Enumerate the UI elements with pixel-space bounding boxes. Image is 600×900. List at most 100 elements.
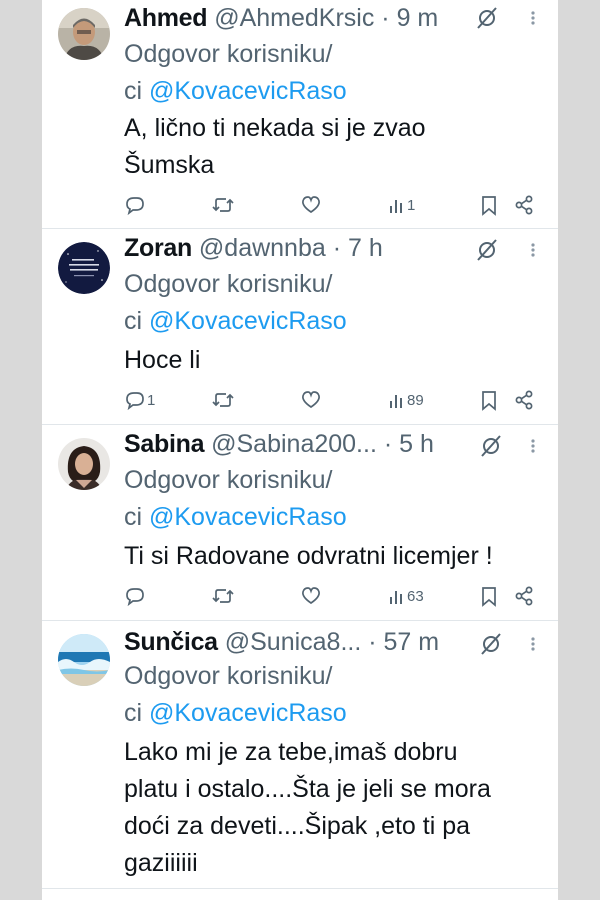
bookmark-button[interactable] [478, 387, 500, 413]
share-button[interactable] [513, 387, 535, 413]
reply-tweet[interactable]: Sabina @Sabina200... · 5 h Odgovor koris… [42, 424, 558, 621]
retweet-button[interactable] [211, 583, 236, 609]
replying-to-prefix: ci [124, 77, 149, 105]
replying-to-label: Odgovor korisniku/ [124, 270, 333, 298]
tweet-header: Zoran @dawnnba · 7 h [124, 230, 383, 266]
mention-link[interactable]: @KovacevicRaso [149, 77, 347, 105]
tweet-header: Sabina @Sabina200... · 5 h [124, 426, 434, 462]
tweet-text-line: Hoce li [124, 346, 201, 374]
retweet-button[interactable] [211, 387, 236, 413]
retweet-icon [212, 393, 234, 407]
tweet-text: A, lično ti nekada si je zvao Šumska [124, 110, 554, 184]
reply-button[interactable]: 1 [124, 387, 155, 413]
share-button[interactable] [513, 583, 535, 609]
user-handle[interactable]: @Sunica8... [225, 628, 362, 656]
replying-to-prefix: ci [124, 699, 149, 727]
tweet-text-line: Lako mi je za tebe,imaš dobru [124, 738, 458, 766]
reply-icon [126, 588, 144, 607]
separator-dot: · [332, 234, 342, 262]
timestamp[interactable]: 9 m [397, 4, 439, 32]
views-count: 89 [407, 391, 424, 409]
reply-tweet[interactable]: Sunčica @Sunica8... · 57 m Odgovor koris… [42, 620, 558, 889]
quote-text-avatar [58, 242, 110, 294]
photo-man-avatar [58, 8, 110, 60]
more-options-icon[interactable] [526, 434, 540, 458]
bookmark-icon [482, 391, 496, 411]
retweet-icon [212, 589, 234, 603]
tweet-header: Ahmed @AhmedKrsic · 9 m [124, 0, 438, 36]
user-handle[interactable]: @dawnnba [199, 234, 326, 262]
user-handle[interactable]: @AhmedKrsic [214, 4, 374, 32]
mention-link[interactable]: @KovacevicRaso [149, 699, 347, 727]
replying-to: Odgovor korisniku/ ci @KovacevicRaso [124, 36, 347, 110]
bookmark-button[interactable] [478, 583, 500, 609]
timestamp[interactable]: 5 h [399, 430, 434, 458]
heart-icon [302, 196, 320, 214]
bookmark-icon [482, 587, 496, 607]
reply-count: 1 [147, 391, 156, 409]
grok-icon[interactable] [480, 632, 502, 656]
like-button[interactable] [300, 583, 323, 609]
avatar[interactable] [58, 8, 110, 60]
replying-to-label: Odgovor korisniku/ [124, 466, 333, 494]
display-name[interactable]: Sunčica [124, 628, 218, 656]
user-handle[interactable]: @Sabina200... [211, 430, 377, 458]
tweet-text: Ti si Radovane odvratni licemjer ! [124, 538, 556, 575]
display-name[interactable]: Sabina [124, 430, 204, 458]
like-button[interactable] [300, 387, 323, 413]
retweet-button[interactable] [211, 192, 236, 218]
tweet-text-line: gaziiiiii [124, 849, 198, 877]
avatar[interactable] [58, 438, 110, 490]
heart-icon [302, 391, 320, 409]
avatar[interactable] [58, 634, 110, 686]
tweet-text-line: doći za deveti....Šipak ,eto ti pa [124, 812, 471, 840]
mention-link[interactable]: @KovacevicRaso [149, 307, 347, 335]
views-count: 1 [407, 196, 416, 214]
separator-dot: · [381, 4, 390, 32]
timestamp[interactable]: 7 h [348, 234, 383, 262]
views-button[interactable]: 89 [388, 387, 424, 413]
views-chart-icon [390, 591, 402, 604]
share-icon [515, 390, 533, 410]
share-icon [515, 586, 533, 606]
sea-wave-avatar [58, 634, 110, 686]
reply-tweet[interactable]: Ahmed @AhmedKrsic · 9 m Odgovor korisnik… [42, 0, 558, 229]
more-options-icon[interactable] [526, 632, 540, 656]
reply-tweet[interactable]: Zoran @dawnnba · 7 h Odgovor korisniku/ … [42, 228, 558, 425]
bookmark-icon [482, 196, 496, 216]
tweet-text: Lako mi je za tebe,imaš dobru platu i os… [124, 734, 552, 882]
replying-to-prefix: ci [124, 503, 149, 531]
views-count: 63 [407, 587, 424, 605]
like-button[interactable] [300, 192, 323, 218]
replying-to-prefix: ci [124, 307, 149, 335]
tweet-text-line: Ti si Radovane odvratni licemjer ! [124, 542, 493, 570]
more-options-icon[interactable] [526, 6, 540, 30]
reply-icon [126, 197, 144, 216]
replying-to-label: Odgovor korisniku/ [124, 40, 333, 68]
replying-to: Odgovor korisniku/ ci @KovacevicRaso [124, 266, 347, 340]
reply-button[interactable] [124, 583, 147, 609]
mention-link[interactable]: @KovacevicRaso [149, 503, 347, 531]
reply-feed: Ahmed @AhmedKrsic · 9 m Odgovor korisnik… [42, 0, 558, 900]
avatar[interactable] [58, 242, 110, 294]
bookmark-button[interactable] [478, 192, 500, 218]
reply-button[interactable] [124, 192, 147, 218]
reply-icon [126, 392, 144, 411]
views-button[interactable]: 1 [388, 192, 415, 218]
grok-icon[interactable] [476, 238, 498, 262]
action-bar: 1 89 [124, 387, 544, 413]
replying-to: Odgovor korisniku/ ci @KovacevicRaso [124, 462, 347, 536]
tweet-text: Hoce li [124, 342, 554, 379]
share-button[interactable] [513, 192, 535, 218]
views-chart-icon [390, 395, 402, 408]
display-name[interactable]: Ahmed [124, 4, 208, 32]
tweet-header: Sunčica @Sunica8... · 57 m [124, 624, 439, 660]
action-bar: 1 [124, 192, 544, 218]
separator-dot: · [383, 430, 393, 458]
display-name[interactable]: Zoran [124, 234, 192, 262]
grok-icon[interactable] [480, 434, 502, 458]
grok-icon[interactable] [476, 6, 498, 30]
views-button[interactable]: 63 [388, 583, 424, 609]
more-options-icon[interactable] [526, 238, 540, 262]
timestamp[interactable]: 57 m [384, 628, 440, 656]
